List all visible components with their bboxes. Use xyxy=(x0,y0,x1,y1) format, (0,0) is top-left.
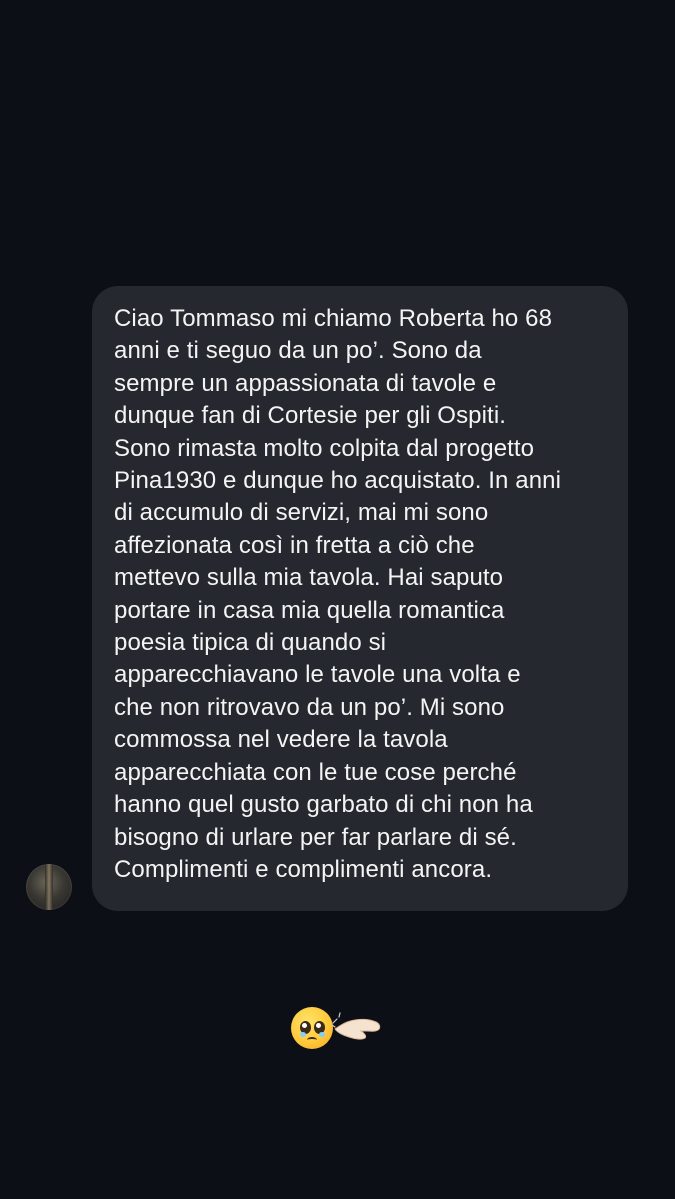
message-line: anni e ti seguo da un po’. Sono da xyxy=(114,337,482,365)
message-line: apparecchiavano le tavole una volta e xyxy=(114,661,521,689)
message-line: sempre un appassionata di tavole e xyxy=(114,369,497,397)
message-bubble[interactable]: Ciao Tommaso mi chiamo Roberta ho 68 ann… xyxy=(92,286,628,911)
reaction-emojis[interactable] xyxy=(291,1003,387,1049)
pleading-face-icon xyxy=(291,1007,333,1049)
message-row: Ciao Tommaso mi chiamo Roberta ho 68 ann… xyxy=(0,286,675,912)
message-text: Ciao Tommaso mi chiamo Roberta ho 68 ann… xyxy=(114,303,608,886)
chat-screen: Ciao Tommaso mi chiamo Roberta ho 68 ann… xyxy=(0,0,675,1199)
message-line: bisogno di urlare per far parlare di sé. xyxy=(114,823,517,851)
avatar-image-detail xyxy=(45,864,53,910)
message-line: affezionata così in fretta a ciò che xyxy=(114,531,475,559)
message-line: Pina1930 e dunque ho acquistato. In anni xyxy=(114,467,562,495)
message-line: dunque fan di Cortesie per gli Ospiti. xyxy=(114,402,507,430)
message-line: commossa nel vedere la tavola xyxy=(114,726,448,754)
message-line: Ciao Tommaso mi chiamo Roberta ho 68 xyxy=(114,305,553,332)
message-line: poesia tipica di quando si xyxy=(114,629,387,657)
message-line: hanno quel gusto garbato di chi non ha xyxy=(114,791,533,819)
message-line: portare in casa mia quella romantica xyxy=(114,596,505,624)
face-tear-right xyxy=(319,1032,325,1037)
message-line: che non ritrovavo da un po’. Mi sono xyxy=(114,693,505,721)
message-line: mettevo sulla mia tavola. Hai saputo xyxy=(114,564,504,592)
sender-avatar[interactable] xyxy=(26,864,72,910)
message-line: Sono rimasta molto colpita dal progetto xyxy=(114,434,535,462)
hand-icon xyxy=(331,1012,381,1040)
face-tear-left xyxy=(300,1032,306,1037)
message-line: di accumulo di servizi, mai mi sono xyxy=(114,499,489,527)
message-line: Complimenti e complimenti ancora. xyxy=(114,855,493,883)
face-mouth xyxy=(307,1037,317,1043)
message-line: apparecchiata con le tue cose perché xyxy=(114,758,517,786)
